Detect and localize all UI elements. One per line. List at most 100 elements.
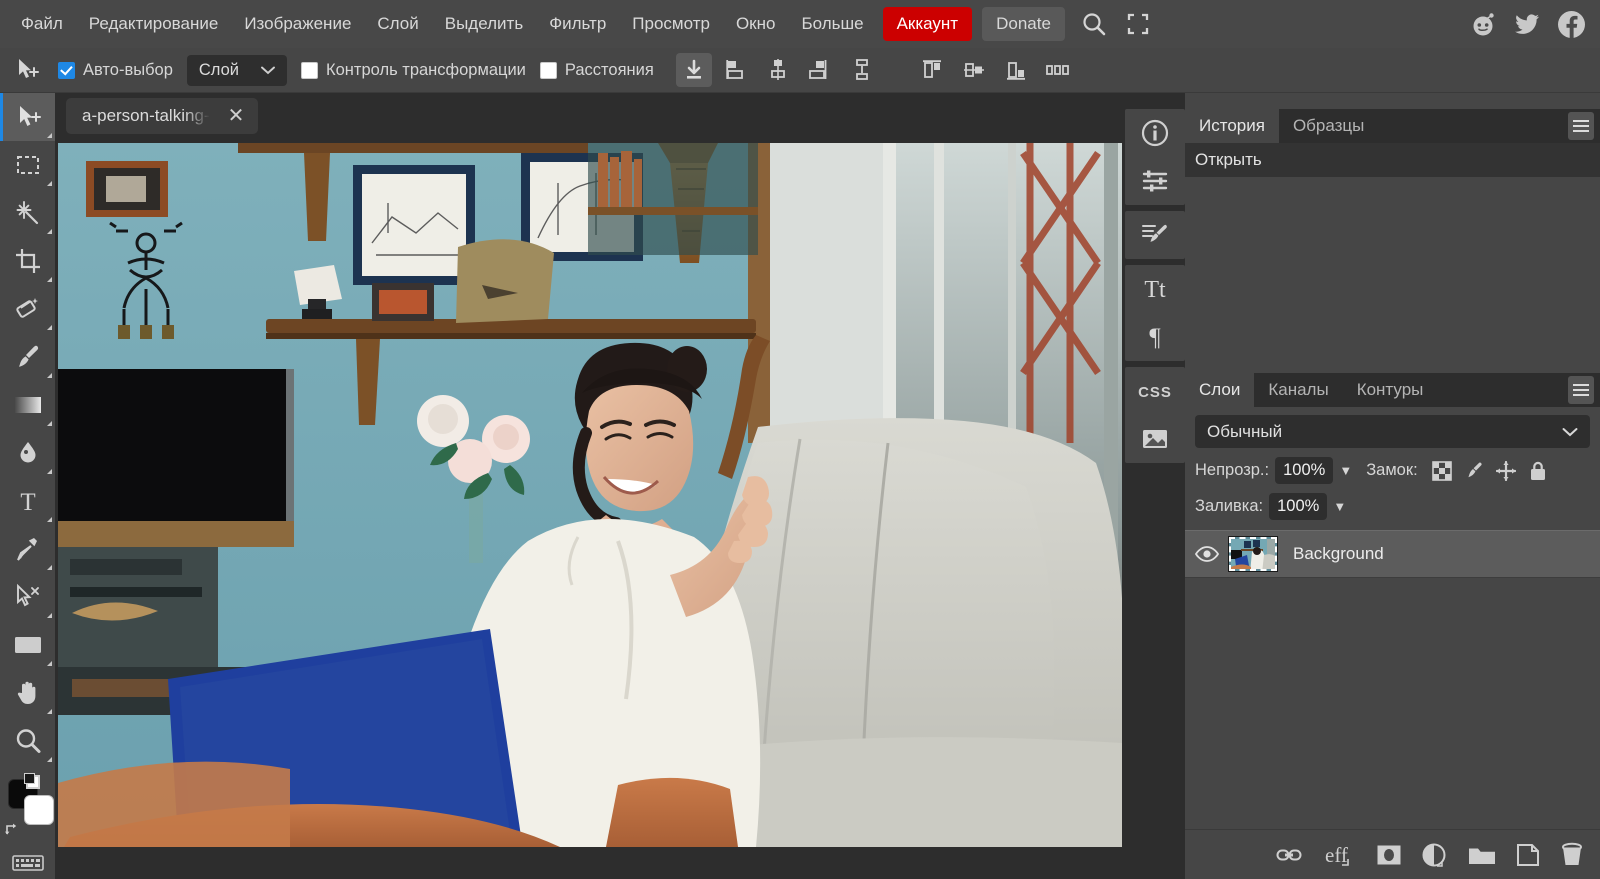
donate-button[interactable]: Donate bbox=[982, 7, 1065, 41]
color-swatches[interactable] bbox=[0, 771, 55, 839]
blend-mode-dropdown[interactable]: Обычный bbox=[1195, 415, 1590, 448]
menu-window[interactable]: Окно bbox=[723, 8, 789, 40]
canvas-horizontal-scrollbar[interactable] bbox=[55, 871, 1125, 879]
adjustment-layer-icon[interactable] bbox=[1422, 843, 1448, 867]
tool-expand-corner bbox=[47, 661, 52, 666]
pen-tool[interactable] bbox=[0, 525, 55, 573]
keyboard-icon[interactable] bbox=[0, 839, 55, 879]
layer-effects-icon[interactable]: eff bbox=[1322, 843, 1356, 867]
patch-tool[interactable] bbox=[0, 285, 55, 333]
twitter-icon[interactable] bbox=[1513, 10, 1541, 38]
brush-settings-icon[interactable] bbox=[1125, 211, 1185, 259]
blur-tool[interactable] bbox=[0, 429, 55, 477]
tab-swatches[interactable]: Образцы bbox=[1279, 109, 1378, 143]
social-links bbox=[1469, 0, 1586, 48]
tab-history[interactable]: История bbox=[1185, 109, 1279, 143]
menu-filter[interactable]: Фильтр bbox=[536, 8, 619, 40]
canvas-image[interactable] bbox=[58, 143, 1122, 847]
info-icon[interactable] bbox=[1125, 109, 1185, 157]
adjustments-icon[interactable] bbox=[1125, 157, 1185, 205]
tool-expand-corner bbox=[47, 517, 52, 522]
menu-edit[interactable]: Редактирование bbox=[76, 8, 232, 40]
layer-visibility-icon[interactable] bbox=[1185, 545, 1229, 563]
zoom-tool[interactable] bbox=[0, 717, 55, 765]
character-icon[interactable]: Tt bbox=[1125, 265, 1185, 313]
delete-layer-icon[interactable] bbox=[1560, 842, 1584, 868]
align-left-icon[interactable] bbox=[718, 53, 754, 87]
lock-all-icon[interactable] bbox=[1528, 460, 1548, 482]
menu-image[interactable]: Изображение bbox=[231, 8, 364, 40]
css-icon[interactable]: CSS bbox=[1125, 367, 1185, 415]
auto-select-checkbox[interactable]: Авто-выбор bbox=[58, 61, 173, 80]
search-icon[interactable] bbox=[1079, 9, 1109, 39]
magic-wand-tool[interactable] bbox=[0, 189, 55, 237]
fill-slider-toggle-icon[interactable]: ▼ bbox=[1333, 499, 1346, 514]
tab-channels[interactable]: Каналы bbox=[1254, 373, 1342, 407]
layers-footer-toolbar: eff bbox=[1185, 829, 1600, 879]
layer-thumbnail-image bbox=[1231, 539, 1275, 569]
brush-tool[interactable] bbox=[0, 333, 55, 381]
default-colors-icon[interactable] bbox=[24, 773, 40, 789]
facebook-icon[interactable] bbox=[1557, 10, 1586, 39]
type-tool[interactable]: T bbox=[0, 477, 55, 525]
gradient-tool[interactable] bbox=[0, 381, 55, 429]
transform-controls-checkbox[interactable]: Контроль трансформации bbox=[301, 61, 526, 80]
align-distribute-h-icon[interactable] bbox=[1040, 53, 1076, 87]
menu-file[interactable]: Файл bbox=[8, 8, 76, 40]
tab-layers[interactable]: Слои bbox=[1185, 373, 1255, 407]
align-distribute-v-icon[interactable] bbox=[844, 53, 880, 87]
background-color-swatch[interactable] bbox=[24, 795, 54, 825]
lock-move-icon[interactable] bbox=[1495, 460, 1516, 481]
path-select-tool[interactable] bbox=[0, 573, 55, 621]
distances-checkbox[interactable]: Расстояния bbox=[539, 61, 654, 80]
history-panel-tabs: История Образцы bbox=[1185, 109, 1600, 143]
align-bottom-icon[interactable] bbox=[998, 53, 1034, 87]
new-group-icon[interactable] bbox=[1468, 844, 1496, 866]
layer-thumbnail[interactable] bbox=[1228, 536, 1278, 572]
distances-checkbox-box[interactable] bbox=[539, 61, 557, 79]
account-button[interactable]: Аккаунт bbox=[882, 7, 973, 41]
align-middle-v-icon[interactable] bbox=[956, 53, 992, 87]
crop-tool[interactable] bbox=[0, 237, 55, 285]
hand-tool[interactable] bbox=[0, 669, 55, 717]
align-right-icon[interactable] bbox=[802, 53, 838, 87]
link-layers-icon[interactable] bbox=[1276, 846, 1302, 864]
chevron-down-icon bbox=[1562, 427, 1578, 436]
history-entry-open[interactable]: Открыть bbox=[1185, 143, 1600, 177]
shape-tool[interactable] bbox=[0, 621, 55, 669]
auto-select-scope-dropdown[interactable]: Слой bbox=[186, 54, 288, 86]
menu-select[interactable]: Выделить bbox=[432, 8, 536, 40]
tab-paths[interactable]: Контуры bbox=[1343, 373, 1438, 407]
opacity-slider-toggle-icon[interactable]: ▼ bbox=[1339, 463, 1352, 478]
lock-transparency-icon[interactable] bbox=[1431, 460, 1452, 481]
table-row[interactable]: Background bbox=[1185, 530, 1600, 578]
hamburger-icon[interactable] bbox=[1568, 112, 1594, 140]
fullscreen-icon[interactable] bbox=[1123, 9, 1153, 39]
tool-expand-corner bbox=[47, 565, 52, 570]
paragraph-icon[interactable]: ¶ bbox=[1125, 313, 1185, 361]
svg-text:CSS: CSS bbox=[1138, 384, 1172, 401]
marquee-tool[interactable] bbox=[0, 141, 55, 189]
align-top-icon[interactable] bbox=[914, 53, 950, 87]
menu-layer[interactable]: Слой bbox=[364, 8, 431, 40]
image-icon[interactable] bbox=[1125, 415, 1185, 463]
move-tool-icon[interactable] bbox=[10, 55, 44, 85]
auto-select-checkbox-box[interactable] bbox=[58, 61, 75, 79]
canvas-area[interactable] bbox=[55, 138, 1125, 879]
menu-more[interactable]: Больше bbox=[788, 8, 876, 40]
download-icon[interactable] bbox=[675, 53, 712, 87]
move-tool[interactable] bbox=[0, 93, 55, 141]
close-icon[interactable]: ✕ bbox=[228, 106, 245, 126]
lock-paint-icon[interactable] bbox=[1464, 461, 1484, 481]
transform-controls-checkbox-box[interactable] bbox=[301, 61, 319, 79]
fill-value[interactable]: 100% bbox=[1269, 493, 1328, 520]
reddit-icon[interactable] bbox=[1469, 10, 1497, 38]
add-mask-icon[interactable] bbox=[1376, 844, 1402, 866]
lock-label: Замок: bbox=[1366, 461, 1418, 479]
document-tab[interactable]: a-person-talking- ✕ bbox=[66, 98, 259, 134]
menu-view[interactable]: Просмотр bbox=[619, 8, 723, 40]
hamburger-icon[interactable] bbox=[1568, 376, 1594, 404]
align-center-h-icon[interactable] bbox=[760, 53, 796, 87]
new-layer-icon[interactable] bbox=[1516, 843, 1540, 867]
opacity-value[interactable]: 100% bbox=[1275, 457, 1334, 484]
